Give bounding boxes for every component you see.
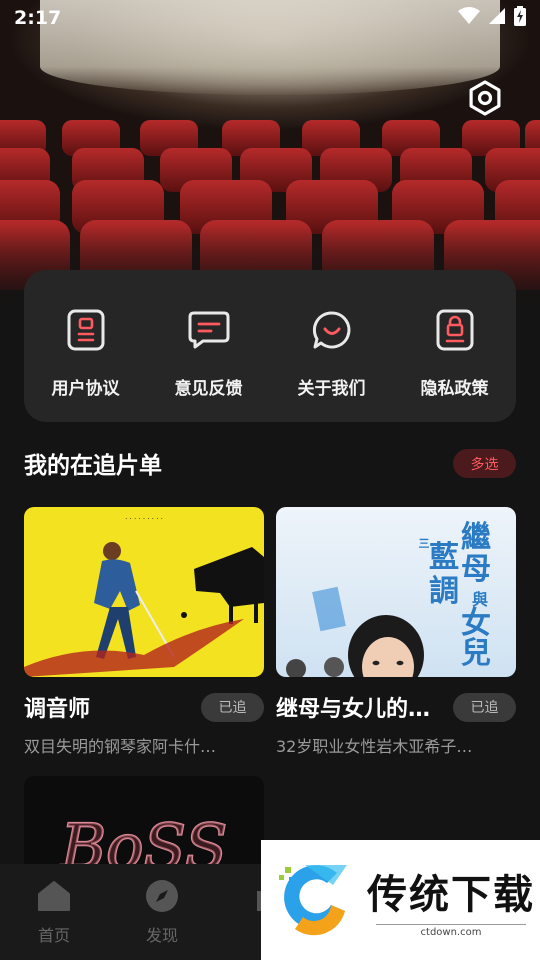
svg-text:兒: 兒 [461,636,491,671]
menu-item-feedback[interactable]: 意见反馈 [154,308,264,399]
poster-image: 繼 母 與 女 兒 藍 調 三 [276,507,516,677]
signal-icon [488,7,506,30]
watermark-overlay: 传统下载 ctdown.com [261,840,540,960]
svg-text:繼: 繼 [461,520,491,555]
quick-menu-card: 用户协议 意见反馈 关于我们 隐私政策 [24,270,516,422]
watermark-logo-icon [275,859,353,941]
svg-text:· · · · · · · · ·: · · · · · · · · · [125,515,163,523]
compass-icon [144,878,180,914]
document-icon [64,308,108,352]
menu-item-label: 关于我们 [297,379,366,399]
nav-label: 首页 [37,926,70,945]
nav-label: 发现 [145,926,178,945]
menu-item-privacy-policy[interactable]: 隐私政策 [400,308,510,399]
menu-item-user-agreement[interactable]: 用户协议 [31,308,141,399]
battery-charging-icon [514,5,526,31]
card-description: 32岁职业女性岩木亚希子… [276,737,473,756]
home-icon [36,878,72,914]
status-bar: 2:17 [0,0,540,36]
smile-chat-icon [310,308,354,352]
cinema-header-image [0,0,540,315]
wifi-icon [458,6,480,30]
profile-screen: 2:17 用户协议 意见反馈 关于我们 隐私政策 我的在追片单 多选 · · ·… [0,0,540,960]
nav-item-discover[interactable]: 发现 [108,878,216,960]
followed-badge[interactable]: 已追 [201,692,264,722]
lock-document-icon [433,308,477,352]
menu-item-label: 隐私政策 [420,379,489,399]
menu-item-about-us[interactable]: 关于我们 [277,308,387,399]
watermark-subtitle: ctdown.com [376,924,526,938]
message-icon [187,308,231,352]
watermark-title: 传统下载 [367,872,535,918]
poster-image: · · · · · · · · · [24,507,264,677]
svg-text:三: 三 [419,537,430,550]
followed-badge[interactable]: 已追 [453,692,516,722]
nav-item-home[interactable]: 首页 [0,878,108,960]
settings-button[interactable] [463,78,507,122]
gear-icon [465,78,505,122]
card-description: 双目失明的钢琴家阿卡什… [24,737,217,756]
card-title: 调音师 [24,697,91,722]
watchlist-card[interactable]: · · · · · · · · · 调音师 已追 双目失明的钢琴家阿卡什… [24,507,264,757]
card-title: 继母与女儿的… [276,697,431,722]
status-time: 2:17 [14,7,62,29]
svg-text:母: 母 [461,552,491,587]
multi-select-button[interactable]: 多选 [453,449,516,478]
svg-text:調: 調 [429,574,459,609]
watchlist-card[interactable]: 繼 母 與 女 兒 藍 調 三 继母与女儿的… 已追 32岁职业女性岩木亚希子… [276,507,516,757]
svg-text:藍: 藍 [429,540,459,575]
watchlist-title: 我的在追片单 [24,453,162,479]
menu-item-label: 用户协议 [51,379,120,399]
menu-item-label: 意见反馈 [174,379,243,399]
